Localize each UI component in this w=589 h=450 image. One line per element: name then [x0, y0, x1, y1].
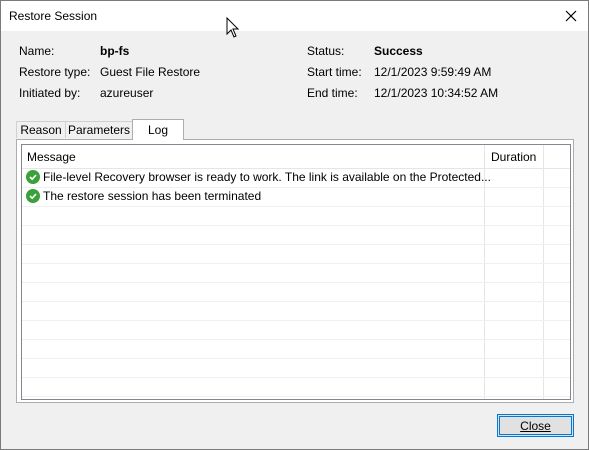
start-time-label: Start time:	[307, 65, 362, 79]
start-time-value: 12/1/2023 9:59:49 AM	[374, 65, 492, 79]
empty-row	[22, 283, 570, 302]
log-tab-panel: Message Duration File-level Recovery bro…	[16, 139, 574, 403]
empty-row	[22, 302, 570, 321]
log-grid-header: Message Duration	[22, 145, 570, 169]
empty-row	[22, 264, 570, 283]
close-button[interactable]: Close	[497, 414, 574, 437]
status-label: Status:	[307, 44, 345, 58]
empty-row	[22, 359, 570, 378]
restore-type-label: Restore type:	[19, 65, 91, 79]
success-check-icon	[26, 170, 40, 184]
window-title: Restore Session	[9, 9, 98, 23]
empty-row	[22, 321, 570, 340]
success-check-icon	[26, 189, 40, 203]
log-row-content: File-level Recovery browser is ready to …	[26, 170, 496, 184]
end-time-value: 12/1/2023 10:34:52 AM	[374, 86, 499, 100]
log-message: The restore session has been terminated	[43, 189, 262, 203]
name-label: Name:	[19, 44, 55, 58]
empty-row	[22, 378, 570, 397]
focus-ring	[499, 416, 572, 435]
column-header-duration[interactable]: Duration	[486, 145, 546, 168]
column-header-message[interactable]: Message	[22, 145, 484, 168]
empty-row	[22, 245, 570, 264]
close-window-button[interactable]	[560, 5, 582, 27]
initiated-by-value: azureuser	[100, 86, 154, 100]
tab-parameters[interactable]: Parameters	[65, 121, 133, 138]
log-row[interactable]: The restore session has been terminated	[22, 188, 570, 207]
mouse-cursor-icon	[226, 17, 240, 38]
tab-reason[interactable]: Reason	[16, 121, 66, 138]
restore-session-dialog: Restore Session Name: bp-fs Restore type…	[0, 0, 589, 450]
empty-row	[22, 207, 570, 226]
log-row[interactable]: File-level Recovery browser is ready to …	[22, 169, 570, 188]
initiated-by-label: Initiated by:	[19, 86, 81, 100]
name-value: bp-fs	[100, 44, 130, 58]
restore-type-value: Guest File Restore	[100, 65, 201, 79]
empty-row	[22, 340, 570, 359]
tab-log[interactable]: Log	[132, 119, 184, 140]
log-row-content: The restore session has been terminated	[26, 189, 496, 203]
log-message: File-level Recovery browser is ready to …	[43, 170, 491, 184]
log-grid[interactable]: Message Duration File-level Recovery bro…	[21, 144, 571, 400]
empty-row	[22, 226, 570, 245]
status-value: Success	[374, 44, 423, 58]
close-icon	[565, 10, 577, 22]
title-bar: Restore Session	[1, 1, 588, 31]
end-time-label: End time:	[307, 86, 358, 100]
